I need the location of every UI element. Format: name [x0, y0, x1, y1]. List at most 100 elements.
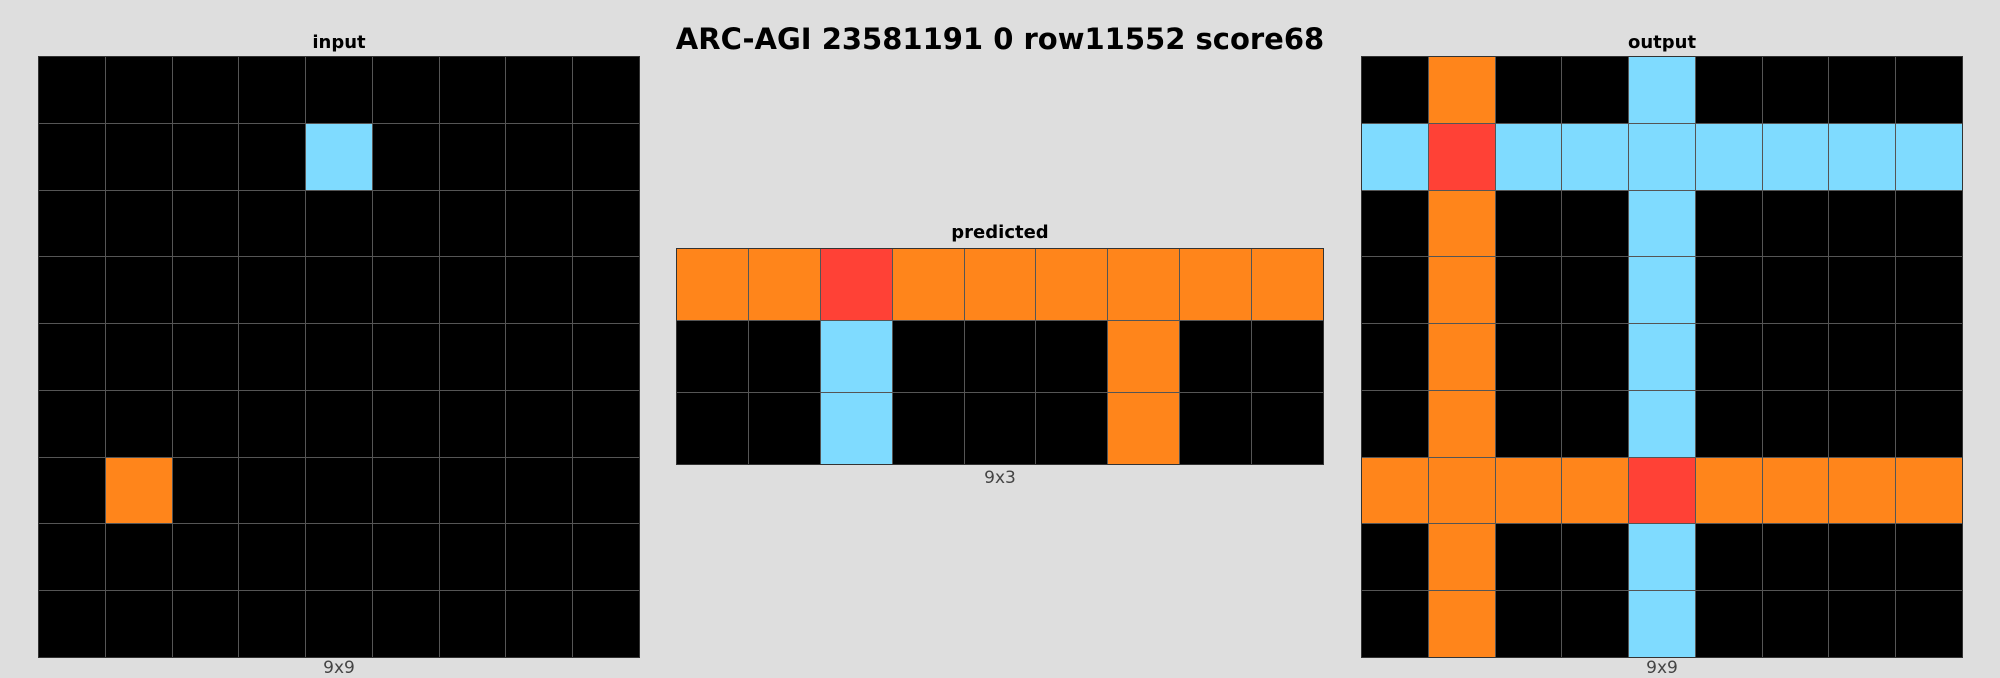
output-cell-r3-c4: [1629, 257, 1695, 324]
output-panel-title: output: [1627, 32, 1697, 53]
output-cell-r3-c0: [1362, 257, 1428, 324]
predicted-cell-r1-c4: [964, 321, 1036, 392]
input-panel: input 9x9: [38, 30, 640, 678]
output-cell-r8-c0: [1362, 591, 1428, 657]
predicted-cell-r0-c4: [964, 249, 1036, 320]
output-dims-caption: 9x9: [1646, 658, 1678, 678]
output-cell-r7-c8: [1896, 524, 1962, 591]
input-cell-r6-c7: [506, 457, 573, 524]
input-cell-r3-c2: [172, 257, 239, 324]
input-cell-r5-c1: [105, 390, 172, 457]
output-cell-r0-c6: [1762, 57, 1829, 123]
predicted-cell-r0-c1: [748, 249, 820, 320]
input-cell-r5-c7: [506, 390, 573, 457]
output-cell-r1-c7: [1829, 123, 1896, 190]
output-cell-r5-c6: [1762, 390, 1829, 457]
output-cell-r0-c4: [1629, 57, 1695, 123]
input-cell-r0-c7: [506, 57, 573, 123]
input-cell-r2-c5: [372, 190, 439, 257]
input-cell-r5-c6: [439, 390, 506, 457]
input-cell-r5-c0: [39, 390, 105, 457]
input-cell-r8-c6: [439, 591, 506, 657]
input-cell-r2-c7: [506, 190, 573, 257]
output-cell-r0-c2: [1495, 57, 1562, 123]
output-cell-r6-c0: [1362, 457, 1428, 524]
input-cell-r7-c6: [439, 524, 506, 591]
output-cell-r7-c5: [1695, 524, 1762, 591]
output-cell-r6-c8: [1896, 457, 1962, 524]
input-cell-r1-c8: [573, 123, 639, 190]
input-cell-r0-c2: [172, 57, 239, 123]
output-cell-r6-c2: [1495, 457, 1562, 524]
input-cell-r8-c8: [573, 591, 639, 657]
input-cell-r7-c2: [172, 524, 239, 591]
input-cell-r6-c2: [172, 457, 239, 524]
output-cell-r4-c4: [1629, 324, 1695, 390]
input-cell-r6-c4: [306, 457, 372, 524]
input-cell-r0-c5: [372, 57, 439, 123]
output-cell-r5-c5: [1695, 390, 1762, 457]
predicted-cell-r0-c8: [1252, 249, 1323, 320]
output-cell-r8-c1: [1428, 591, 1495, 657]
output-cell-r2-c5: [1695, 190, 1762, 257]
input-cell-r7-c7: [506, 524, 573, 591]
output-cell-r1-c3: [1562, 123, 1629, 190]
output-cell-r1-c8: [1896, 123, 1962, 190]
output-cell-r7-c1: [1428, 524, 1495, 591]
output-cell-r4-c3: [1562, 324, 1629, 390]
output-cell-r2-c7: [1829, 190, 1896, 257]
output-cell-r4-c5: [1695, 324, 1762, 390]
output-cell-r8-c4: [1629, 591, 1695, 657]
input-cell-r4-c8: [573, 324, 639, 390]
input-cell-r3-c7: [506, 257, 573, 324]
input-cell-r0-c8: [573, 57, 639, 123]
predicted-cell-r1-c3: [892, 321, 964, 392]
input-cell-r7-c8: [573, 524, 639, 591]
input-cell-r1-c1: [105, 123, 172, 190]
predicted-cell-r2-c5: [1036, 393, 1108, 464]
input-cell-r1-c3: [239, 123, 306, 190]
output-cell-r0-c5: [1695, 57, 1762, 123]
output-cell-r5-c0: [1362, 390, 1428, 457]
input-cell-r4-c6: [439, 324, 506, 390]
input-cell-r3-c6: [439, 257, 506, 324]
input-cell-r6-c6: [439, 457, 506, 524]
input-cell-r0-c6: [439, 57, 506, 123]
output-cell-r1-c2: [1495, 123, 1562, 190]
output-cell-r1-c4: [1629, 123, 1695, 190]
predicted-cell-r1-c0: [677, 321, 748, 392]
output-cell-r6-c3: [1562, 457, 1629, 524]
input-cell-r1-c5: [372, 123, 439, 190]
input-cell-r3-c4: [306, 257, 372, 324]
output-cell-r3-c7: [1829, 257, 1896, 324]
output-cell-r3-c8: [1896, 257, 1962, 324]
input-cell-r2-c8: [573, 190, 639, 257]
predicted-cell-r2-c4: [964, 393, 1036, 464]
output-cell-r5-c2: [1495, 390, 1562, 457]
input-cell-r5-c3: [239, 390, 306, 457]
output-cell-r8-c8: [1896, 591, 1962, 657]
input-cell-r0-c3: [239, 57, 306, 123]
input-cell-r5-c5: [372, 390, 439, 457]
predicted-cell-r2-c7: [1180, 393, 1252, 464]
predicted-dims-caption: 9x3: [984, 468, 1016, 488]
output-cell-r4-c1: [1428, 324, 1495, 390]
input-cell-r4-c2: [172, 324, 239, 390]
input-cell-r8-c0: [39, 591, 105, 657]
predicted-cell-r2-c3: [892, 393, 964, 464]
predicted-grid: [676, 248, 1324, 465]
output-panel: output 9x9: [1361, 30, 1963, 678]
input-cell-r3-c3: [239, 257, 306, 324]
output-cell-r7-c2: [1495, 524, 1562, 591]
input-grid: [38, 56, 640, 658]
output-cell-r8-c5: [1695, 591, 1762, 657]
output-cell-r4-c0: [1362, 324, 1428, 390]
output-cell-r7-c3: [1562, 524, 1629, 591]
output-cell-r8-c6: [1762, 591, 1829, 657]
output-cell-r0-c3: [1562, 57, 1629, 123]
input-panel-title: input: [312, 32, 366, 53]
output-cell-r6-c1: [1428, 457, 1495, 524]
output-cell-r3-c3: [1562, 257, 1629, 324]
input-cell-r8-c3: [239, 591, 306, 657]
predicted-cell-r2-c6: [1108, 393, 1180, 464]
